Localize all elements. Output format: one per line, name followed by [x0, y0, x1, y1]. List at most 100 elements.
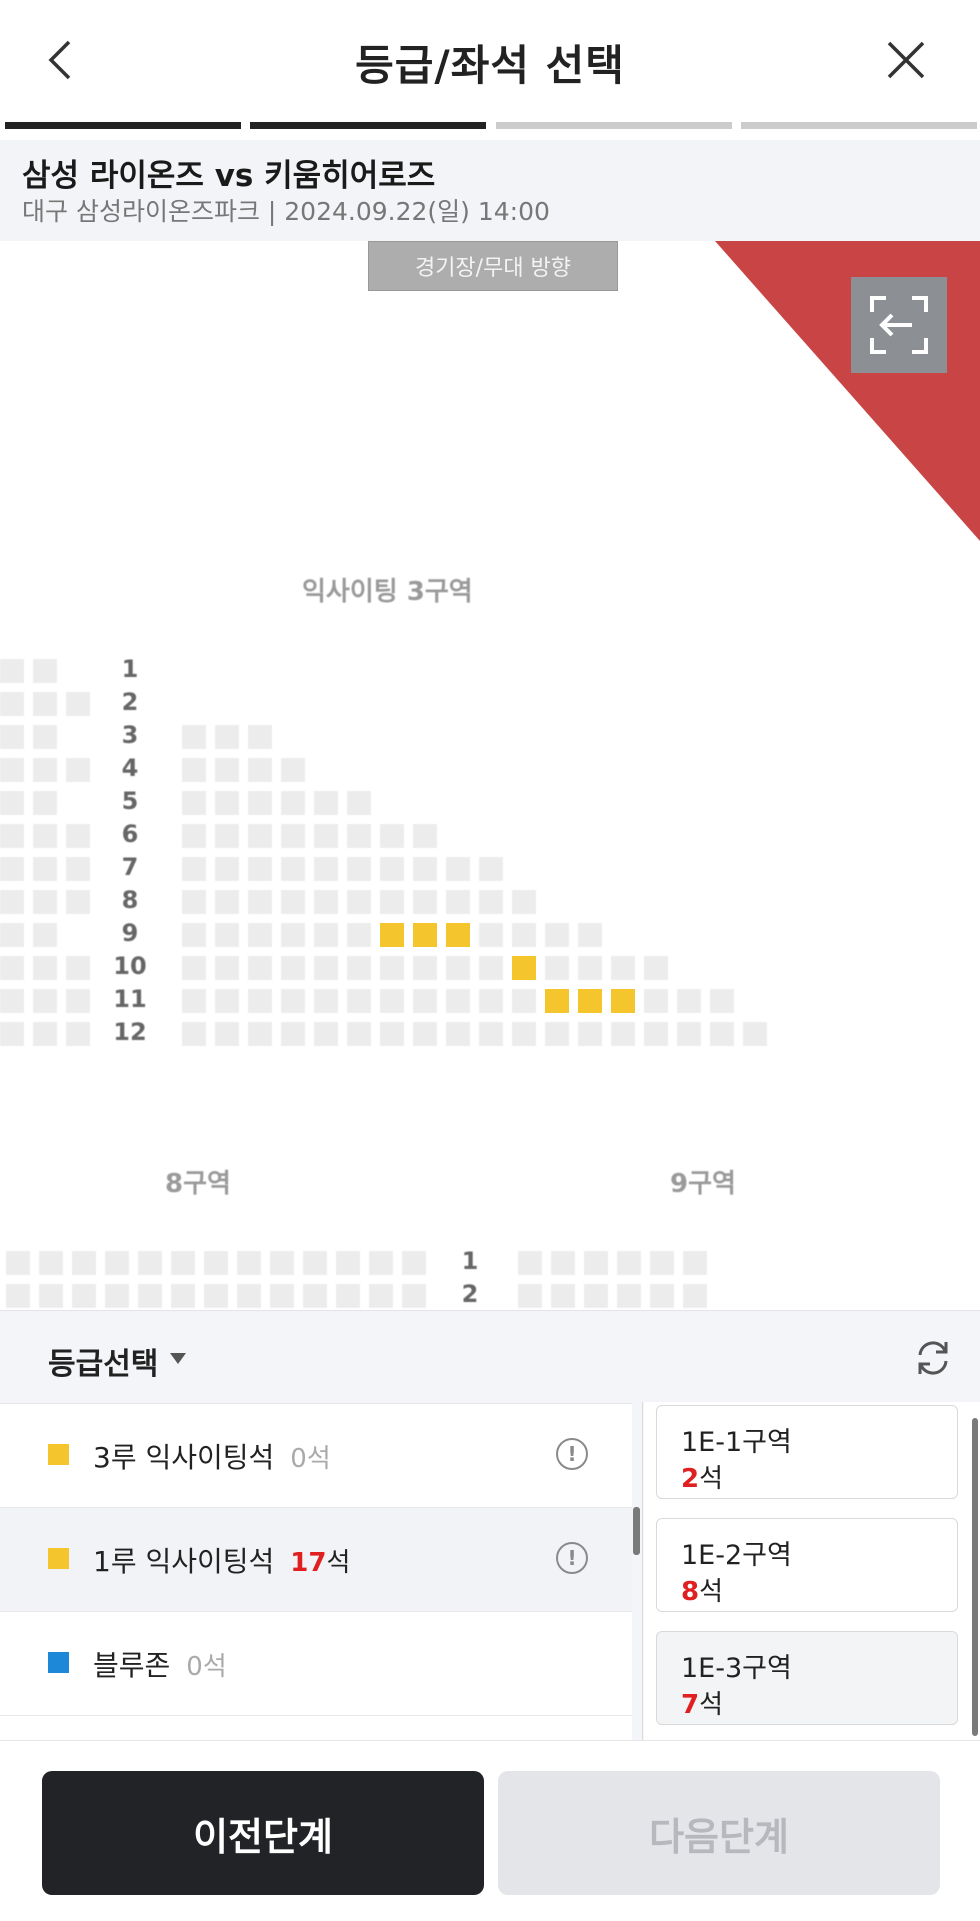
seat [380, 857, 404, 881]
seat [683, 1251, 707, 1275]
seat [66, 857, 90, 881]
grade-count-unit: 석 [326, 1548, 351, 1578]
seat [336, 1284, 360, 1308]
game-info: 삼성 라이온즈 vs 키움히어로즈 대구 삼성라이온즈파크 | 2024.09.… [0, 140, 980, 241]
seat [215, 923, 239, 947]
zone-card-1e-2[interactable]: 1E-2구역 8석 [656, 1518, 958, 1612]
game-title: 삼성 라이온즈 vs 키움히어로즈 [22, 158, 436, 194]
grade-item-bluezone[interactable]: 블루존 0석 [0, 1612, 632, 1716]
seat [33, 1022, 57, 1046]
seat [182, 791, 206, 815]
seat [413, 956, 437, 980]
zone-card-1e-1[interactable]: 1E-1구역 2석 [656, 1405, 958, 1499]
seat [215, 824, 239, 848]
seat [611, 956, 635, 980]
seat [33, 725, 57, 749]
zone-name: 1E-1구역 [681, 1427, 792, 1458]
row-number: 9 [121, 919, 139, 947]
zone-seat-count: 2석 [681, 1458, 723, 1495]
seat-available[interactable] [611, 989, 635, 1013]
seat [237, 1284, 261, 1308]
seat [105, 1251, 129, 1275]
seat [182, 923, 206, 947]
grade-select-header[interactable]: 등급선택 [0, 1311, 980, 1403]
seat [677, 1022, 701, 1046]
grade-name: 1루 익사이팅석 [93, 1545, 275, 1578]
seat [347, 956, 371, 980]
seat [644, 1022, 668, 1046]
grade-seat-count: 17석 [290, 1548, 350, 1578]
info-icon[interactable]: ! [556, 1542, 588, 1574]
seat [248, 758, 272, 782]
row-number: 4 [121, 754, 139, 782]
row-number: 6 [121, 820, 139, 848]
seat-map[interactable]: 경기장/무대 방향 익사이팅 3구역 8구역 9구역 1 2 3 4 5 6 7 8 9 10 11… [0, 241, 980, 1310]
seat [0, 956, 24, 980]
seat-available[interactable] [413, 923, 437, 947]
info-icon[interactable]: ! [556, 1438, 588, 1470]
seat [33, 890, 57, 914]
seat [347, 1022, 371, 1046]
seat [66, 989, 90, 1013]
page-title: 등급/좌석 선택 [355, 41, 625, 90]
zone-name: 1E-3구역 [681, 1653, 792, 1684]
seat [617, 1251, 641, 1275]
seat [369, 1251, 393, 1275]
seat [237, 1251, 261, 1275]
seat [0, 659, 24, 683]
seat [204, 1284, 228, 1308]
seat [0, 692, 24, 716]
seat [182, 758, 206, 782]
seat-available[interactable] [380, 923, 404, 947]
seat [33, 956, 57, 980]
grade-list-scrollbar[interactable] [633, 1507, 640, 1555]
step-1-indicator [5, 122, 241, 129]
seat [336, 1251, 360, 1275]
zone-label-9: 9구역 [670, 1169, 736, 1199]
seat-available[interactable] [512, 956, 536, 980]
zone-list[interactable]: 1E-1구역 2석 1E-2구역 8석 1E-3구역 7석 [644, 1402, 980, 1740]
seat [551, 1251, 575, 1275]
expand-map-button[interactable] [851, 277, 947, 373]
seat-available[interactable] [446, 923, 470, 947]
bottom-bar: 이전단계 다음단계 [0, 1740, 980, 1921]
grade-list[interactable]: 3루 익사이팅석 0석 ! 1루 익사이팅석 17석 ! 블루존 0석 [0, 1403, 632, 1742]
zone-list-scrollbar[interactable] [972, 1418, 978, 1736]
seat [479, 989, 503, 1013]
seat [33, 857, 57, 881]
grade-seat-count: 0석 [290, 1444, 330, 1474]
seat [380, 890, 404, 914]
seat-available[interactable] [578, 989, 602, 1013]
stage-direction-label: 경기장/무대 방향 [368, 241, 618, 291]
zone-card-1e-3[interactable]: 1E-3구역 7석 [656, 1631, 958, 1725]
seat [215, 791, 239, 815]
seat [347, 857, 371, 881]
seat [303, 1284, 327, 1308]
next-step-button[interactable]: 다음단계 [498, 1771, 940, 1895]
seat [314, 824, 338, 848]
grade-select-label: 등급선택 [48, 1347, 159, 1382]
refresh-button[interactable] [910, 1335, 956, 1381]
step-4-indicator [741, 122, 977, 129]
grade-item-3b-exciting[interactable]: 3루 익사이팅석 0석 ! [0, 1404, 632, 1508]
seat [215, 1022, 239, 1046]
seat [479, 956, 503, 980]
seat [215, 725, 239, 749]
grade-item-1b-exciting[interactable]: 1루 익사이팅석 17석 ! [0, 1508, 632, 1612]
seat-available[interactable] [545, 989, 569, 1013]
seat [413, 989, 437, 1013]
step-progress [0, 122, 980, 130]
close-button[interactable] [876, 30, 936, 90]
grade-name-row: 블루존 0석 [93, 1644, 227, 1684]
zone-label-8: 8구역 [165, 1169, 231, 1199]
seat [215, 956, 239, 980]
zone-seat-count: 8석 [681, 1571, 723, 1608]
seat [72, 1251, 96, 1275]
seat [551, 1284, 575, 1308]
prev-step-button[interactable]: 이전단계 [42, 1771, 484, 1895]
seat [248, 1022, 272, 1046]
seat [347, 890, 371, 914]
grade-name: 3루 익사이팅석 [93, 1441, 275, 1474]
row-number: 2 [121, 688, 139, 716]
seat [138, 1284, 162, 1308]
